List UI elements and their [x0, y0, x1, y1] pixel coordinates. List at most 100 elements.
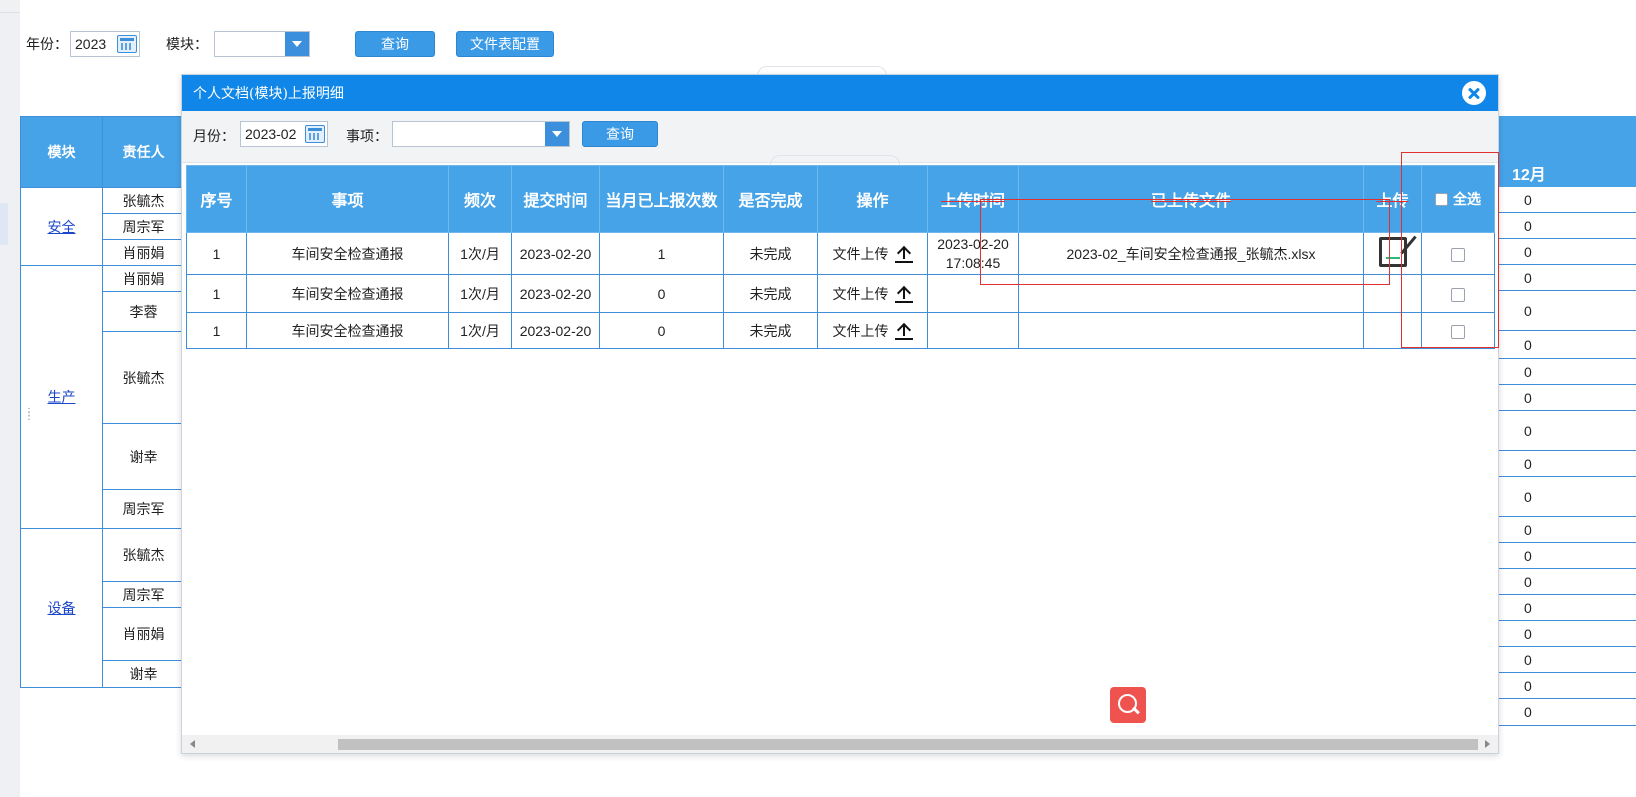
row-no: 1	[212, 245, 221, 262]
file-upload-label: 文件上传	[832, 245, 889, 262]
file-upload-link[interactable]: 文件上传	[833, 284, 913, 304]
row-count: 1	[657, 245, 666, 262]
row-done: 未完成	[749, 245, 792, 262]
col-freq: 频次	[448, 165, 512, 233]
search-fab-icon[interactable]	[1110, 687, 1146, 723]
month-value-cell: 0	[1498, 595, 1636, 621]
row-submit: 2023-02-20	[519, 322, 592, 339]
upload-icon[interactable]	[894, 285, 913, 303]
row-freq: 1次/月	[460, 285, 500, 302]
year-picker[interactable]: 2023	[70, 31, 140, 57]
left-rail	[0, 13, 20, 797]
month-value-cell: 0	[1498, 331, 1636, 359]
row-checkbox[interactable]	[1451, 287, 1465, 302]
owner-cell: 周宗军	[102, 489, 185, 529]
file-upload-label: 文件上传	[832, 285, 889, 302]
col-done: 是否完成	[723, 165, 818, 233]
close-icon[interactable]	[1462, 81, 1486, 105]
row-checkbox[interactable]	[1451, 247, 1465, 262]
month-value-cell: 0	[1498, 673, 1636, 699]
row-freq: 1次/月	[460, 322, 500, 339]
calendar-icon[interactable]	[305, 125, 325, 143]
horizontal-scrollbar[interactable]	[182, 735, 1498, 753]
module-link-production[interactable]: 生产	[48, 389, 76, 405]
select-all-checkbox[interactable]	[1435, 193, 1448, 207]
report-table: 序号 事项 频次 提交时间 当月已上报次数 是否完成 操作 上传时间 已上传文件…	[186, 165, 1495, 349]
module-select[interactable]	[214, 31, 310, 57]
col-no: 序号	[186, 165, 247, 233]
matrix-head-owner: 责任人	[102, 116, 185, 188]
row-item: 车间安全检查通报	[291, 245, 404, 262]
owner-cell: 肖丽娟	[102, 607, 185, 661]
scroll-right-icon[interactable]	[1485, 740, 1490, 748]
month-value-cell: 0	[1498, 543, 1636, 569]
month-value-cell: 0	[1498, 451, 1636, 477]
edit-icon[interactable]	[1378, 237, 1407, 267]
owner-cell: 谢幸	[102, 660, 185, 688]
month-value: 2023-02	[245, 126, 297, 142]
month-value-cell: 0	[1498, 517, 1636, 543]
row-upload-date: 2023-02-20	[937, 235, 1009, 252]
matrix-head-module: 模块	[20, 116, 103, 188]
module-label: 模块：	[166, 36, 208, 52]
module-cell: 生产	[20, 265, 103, 529]
row-done: 未完成	[749, 285, 792, 302]
row-count: 0	[657, 285, 666, 302]
col-uploaded-file: 已上传文件	[1018, 165, 1364, 233]
row-submit: 2023-02-20	[519, 285, 592, 302]
row-freq: 1次/月	[460, 245, 500, 262]
month-value-cell: 0	[1498, 569, 1636, 595]
year-label: 年份：	[26, 36, 68, 52]
file-upload-label: 文件上传	[832, 322, 889, 339]
upload-icon[interactable]	[894, 322, 913, 340]
module-link-equipment[interactable]: 设备	[48, 600, 76, 616]
month-head-label: 12月	[1512, 167, 1546, 184]
uploaded-file-header: 已上传文件	[1150, 193, 1231, 210]
col-upload-time: 上传时间	[927, 165, 1019, 233]
upload-icon[interactable]	[894, 245, 913, 263]
table-row: 1 车间安全检查通报 1次/月 2023-02-20 0 未完成 文件上传	[186, 312, 1495, 349]
row-done: 未完成	[749, 322, 792, 339]
file-config-button[interactable]: 文件表配置	[456, 31, 554, 57]
decor-shape	[770, 155, 900, 165]
query-button[interactable]: 查询	[355, 31, 435, 57]
file-upload-link[interactable]: 文件上传	[833, 321, 913, 341]
rail-marker	[0, 203, 8, 245]
file-upload-link[interactable]: 文件上传	[833, 244, 913, 264]
row-upload-time: 17:08:45	[945, 254, 1001, 271]
col-upload: 上传	[1363, 165, 1422, 233]
month-value-cell: 0	[1498, 411, 1636, 451]
col-submit: 提交时间	[511, 165, 600, 233]
scroll-left-icon[interactable]	[190, 740, 195, 748]
year-value: 2023	[75, 36, 107, 52]
module-cell: 安全	[20, 187, 103, 266]
item-select[interactable]	[392, 121, 570, 147]
table-row: 1 车间安全检查通报 1次/月 2023-02-20 1 未完成 文件上传 2023-02-2…	[186, 232, 1495, 275]
owner-cell: 周宗军	[102, 581, 185, 608]
col-select-all: 全选	[1421, 165, 1495, 233]
col-op: 操作	[817, 165, 928, 233]
chevron-down-icon[interactable]	[545, 122, 569, 146]
module-link-safety[interactable]: 安全	[48, 219, 76, 235]
row-checkbox[interactable]	[1451, 324, 1465, 339]
owner-cell: 谢幸	[102, 423, 185, 490]
item-label: 事项：	[346, 128, 388, 144]
month-head: 12月	[1498, 116, 1636, 187]
row-file: 2023-02_车间安全检查通报_张毓杰.xlsx	[1066, 245, 1316, 262]
month-value-cell: 0	[1498, 699, 1636, 726]
owner-cell: 张毓杰	[102, 528, 185, 582]
month-value-cell: 0	[1498, 359, 1636, 385]
month-value-cell: 0	[1498, 213, 1636, 239]
report-detail-dialog: 个人文档(模块)上报明细 月份： 2023-02 事项： 查询 序号 事项 频次…	[181, 74, 1499, 754]
dialog-query-button[interactable]: 查询	[582, 121, 658, 147]
month-value-cell: 0	[1498, 647, 1636, 673]
scroll-thumb[interactable]	[338, 739, 1478, 750]
chevron-down-icon[interactable]	[285, 32, 309, 56]
owner-cell: 李蓉	[102, 291, 185, 332]
calendar-icon[interactable]	[117, 35, 137, 53]
dialog-title: 个人文档(模块)上报明细	[193, 86, 344, 102]
month-picker[interactable]: 2023-02	[240, 121, 328, 147]
upload-header: 上传	[1376, 193, 1409, 210]
month-value-cell: 0	[1498, 265, 1636, 291]
row-submit: 2023-02-20	[519, 245, 592, 262]
